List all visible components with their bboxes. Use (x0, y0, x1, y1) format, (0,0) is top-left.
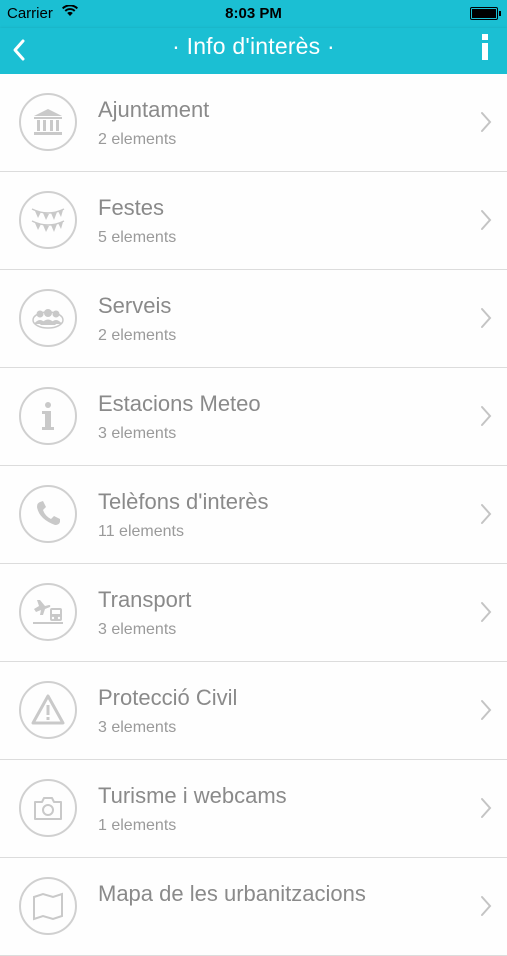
list-item-proteccio-civil[interactable]: Protecció Civil 3 elements (0, 662, 507, 760)
icon-circle (19, 583, 77, 641)
list-item-transport[interactable]: Transport 3 elements (0, 564, 507, 662)
icon-circle (19, 681, 77, 739)
chevron-left-icon[interactable] (7, 33, 33, 67)
bunting-icon (31, 208, 65, 232)
icon-circle (19, 779, 77, 837)
status-bar: Carrier 8:03 PM (0, 0, 507, 28)
chevron-right-icon (481, 700, 492, 720)
chevron-right-icon (481, 210, 492, 230)
item-count: 11 elements (98, 523, 184, 540)
list-item-estacions-meteo[interactable]: Estacions Meteo 3 elements (0, 368, 507, 466)
chevron-right-icon (481, 602, 492, 622)
item-count: 2 elements (98, 131, 177, 148)
item-label: Ajuntament (98, 97, 210, 122)
list-item-ajuntament[interactable]: Ajuntament 2 elements (0, 74, 507, 172)
warning-icon (31, 694, 65, 725)
camera-icon (34, 797, 62, 820)
item-label: Protecció Civil (98, 685, 238, 710)
chevron-right-icon (481, 896, 492, 916)
map-icon (33, 892, 63, 921)
phone-icon (37, 501, 60, 525)
icon-circle (19, 485, 77, 543)
status-time: 8:03 PM (225, 5, 282, 22)
battery-icon (470, 7, 501, 20)
chevron-right-icon (481, 112, 492, 132)
list-item-turisme-webcams[interactable]: Turisme i webcams 1 elements (0, 760, 507, 858)
chevron-right-icon (481, 798, 492, 818)
chevron-right-icon (481, 308, 492, 328)
icon-circle (19, 289, 77, 347)
town-hall-icon (34, 109, 62, 135)
info-icon[interactable] (471, 28, 499, 72)
icon-circle (19, 877, 77, 935)
list-item-serveis[interactable]: Serveis 2 elements (0, 270, 507, 368)
item-count: 3 elements (98, 425, 177, 442)
item-count: 5 elements (98, 229, 177, 246)
item-count: 1 elements (98, 817, 177, 834)
item-count: 2 elements (98, 327, 177, 344)
icon-circle (19, 191, 77, 249)
page-title: · Info d'interès · (172, 33, 335, 59)
icon-circle (19, 387, 77, 445)
item-label: Festes (98, 195, 165, 220)
list-item-telefons[interactable]: Telèfons d'interès 11 elements (0, 466, 507, 564)
item-label: Serveis (98, 293, 172, 318)
info-list: Ajuntament 2 elements Festes 5 elements (0, 74, 507, 956)
chevron-right-icon (481, 504, 492, 524)
list-item-mapa-urbanitzacions[interactable]: Mapa de les urbanitzacions (0, 858, 507, 956)
info-icon (42, 402, 54, 430)
list-item-festes[interactable]: Festes 5 elements (0, 172, 507, 270)
icon-circle (19, 93, 77, 151)
nav-bar: · Info d'interès · (0, 28, 507, 74)
item-count: 3 elements (98, 719, 177, 736)
item-label: Transport (98, 587, 192, 612)
item-label: Estacions Meteo (98, 391, 261, 416)
transport-icon (33, 600, 63, 624)
people-group-icon (32, 309, 64, 329)
item-label: Turisme i webcams (98, 783, 287, 808)
item-count: 3 elements (98, 621, 177, 638)
chevron-right-icon (481, 406, 492, 426)
item-label: Telèfons d'interès (98, 489, 269, 514)
item-label: Mapa de les urbanitzacions (98, 881, 366, 906)
